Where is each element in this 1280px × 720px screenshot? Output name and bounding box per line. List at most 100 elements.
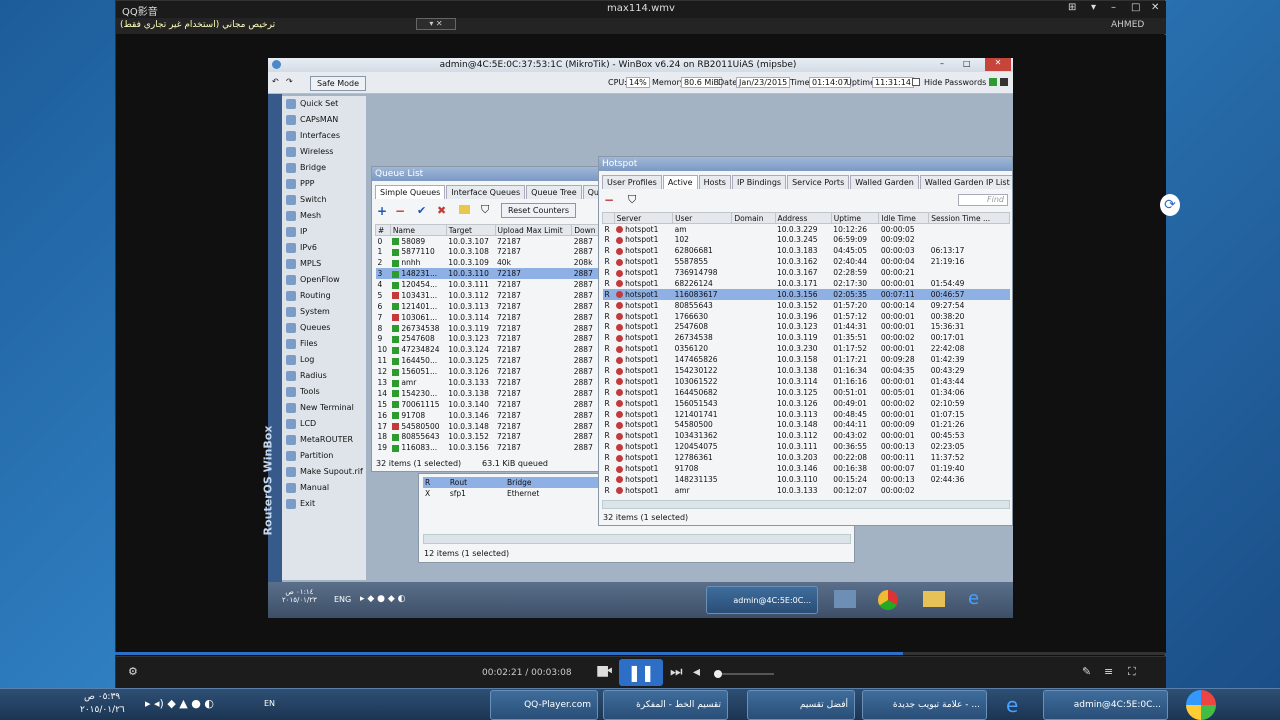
table-row[interactable]: 10 47234824 10.0.3.124 72187 2887 (376, 344, 601, 355)
remove-icon[interactable]: − (395, 204, 405, 218)
task-notepad[interactable]: تقسيم الخط - المفكرة (603, 690, 728, 720)
inner-ie-icon[interactable]: e (968, 588, 979, 609)
table-row[interactable]: Rhotspot1 736914798 10.0.3.167 02:28:59 00:0… (603, 267, 1010, 278)
table-row[interactable]: Rhotspot1 154230122 10.0.3.138 01:16:34 00:0… (603, 365, 1010, 376)
tab[interactable]: Hosts (698, 175, 731, 189)
menu-item[interactable]: IPv6 (282, 240, 366, 256)
table-row[interactable]: Rhotspot1 am 10.0.3.229 10:12:26 00:00:05 (603, 224, 1010, 235)
player-collapse-button[interactable]: ▾ ✕ (416, 18, 456, 30)
menu-item[interactable]: Queues (282, 320, 366, 336)
column-header[interactable]: Name (389, 224, 447, 236)
table-row[interactable]: Rhotspot1 26734538 10.0.3.119 01:35:51 00:00… (603, 332, 1010, 343)
menu-item[interactable]: OpenFlow (282, 272, 366, 288)
disable-icon[interactable]: ✖ (437, 204, 446, 217)
table-row[interactable]: 14 154230... 10.0.3.138 72187 2887 (376, 388, 601, 399)
table-row[interactable]: 0 58089 10.0.3.107 72187 2887 (376, 236, 601, 247)
tab[interactable]: Interface Queues (446, 185, 526, 199)
menu-item[interactable]: Files (282, 336, 366, 352)
table-row[interactable]: Rhotspot1 5587855 10.0.3.162 02:40:44 00:00:… (603, 256, 1010, 267)
player-minimize-icon[interactable]: – (1111, 2, 1116, 13)
table-row[interactable]: 16 91708 10.0.3.146 72187 2887 (376, 410, 601, 421)
table-row[interactable]: 2 nnhh 10.0.3.109 40k 208k (376, 257, 601, 268)
hotspot-scrollbar[interactable] (602, 500, 1010, 509)
table-row[interactable]: Xsfp1 Ethernet (423, 488, 603, 499)
table-row[interactable]: Rhotspot1 103061522 10.0.3.114 01:16:16 00:0… (603, 376, 1010, 387)
table-row[interactable]: 17 54580500 10.0.3.148 72187 2887 (376, 421, 601, 432)
table-row[interactable]: 9 2547608 10.0.3.123 72187 2887 (376, 334, 601, 345)
table-row[interactable]: Rhotspot1 164450682 10.0.3.125 00:51:01 00:0… (603, 387, 1010, 398)
menu-item[interactable]: Mesh (282, 208, 366, 224)
menu-item[interactable]: Exit (282, 496, 366, 512)
inner-folder-icon[interactable] (923, 591, 945, 607)
column-header[interactable]: # (375, 224, 391, 236)
table-row[interactable]: Rhotspot1 amr 10.0.3.133 00:12:07 00:00:02 (603, 485, 1010, 496)
hotspot-remove-icon[interactable]: − (604, 193, 614, 207)
column-header[interactable]: Upload Max Limit (494, 224, 573, 236)
column-header[interactable] (602, 212, 615, 224)
start-button-icon[interactable] (1186, 690, 1216, 720)
enable-icon[interactable]: ✔ (417, 204, 426, 217)
column-header[interactable]: Idle Time (878, 212, 930, 224)
menu-item[interactable]: CAPsMAN (282, 112, 366, 128)
table-row[interactable]: Rhotspot1 68226124 10.0.3.171 02:17:30 00:00… (603, 278, 1010, 289)
table-row[interactable]: Rhotspot1 0356120 10.0.3.230 01:17:52 00:00:… (603, 343, 1010, 354)
column-header[interactable]: Uptime (830, 212, 880, 224)
tools-icon[interactable]: ✎ (1082, 665, 1091, 678)
task-winbox[interactable]: admin@4C:5E:0C... (1043, 690, 1168, 720)
prev-icon[interactable]: ⏮ (600, 664, 613, 680)
table-row[interactable]: Rhotspot1 12786361 10.0.3.203 00:22:08 00:00… (603, 452, 1010, 463)
undo-icon[interactable]: ↶ (272, 77, 279, 86)
volume-knob[interactable] (714, 670, 722, 678)
find-input[interactable]: Find (958, 194, 1008, 206)
tab[interactable]: Service Ports (787, 175, 850, 189)
table-row[interactable]: Rhotspot1 54580500 10.0.3.148 00:44:11 00:00… (603, 420, 1010, 431)
inner-task-winbox[interactable]: admin@4C:5E:0C... (706, 586, 818, 614)
table-row[interactable]: 19 116083... 10.0.3.156 72187 2887 (376, 442, 601, 453)
filter-icon[interactable]: ⛉ (481, 203, 489, 217)
fullscreen-icon[interactable]: ⛶ (1128, 665, 1136, 679)
column-header[interactable]: Down (571, 224, 601, 236)
menu-item[interactable]: Wireless (282, 144, 366, 160)
player-maximize-icon[interactable]: □ (1131, 2, 1140, 13)
player-pin-icon[interactable]: ⊞ (1068, 2, 1076, 13)
inner-network-icon[interactable] (834, 590, 856, 608)
settings-icon[interactable]: ⚙ (128, 665, 138, 678)
table-row[interactable]: Rhotspot1 156051543 10.0.3.126 00:49:01 00:0… (603, 398, 1010, 409)
menu-item[interactable]: Quick Set (282, 96, 366, 112)
seek-bar[interactable] (115, 652, 1165, 655)
hotspot-filter-icon[interactable]: ⛉ (628, 193, 636, 207)
column-header[interactable]: Session Time ... (928, 212, 1010, 224)
menu-item[interactable]: PPP (282, 176, 366, 192)
menu-item[interactable]: System (282, 304, 366, 320)
menu-item[interactable]: New Terminal (282, 400, 366, 416)
tab[interactable]: Simple Queues (375, 185, 446, 199)
task-qqplayer[interactable]: QQ-Player.com (490, 690, 598, 720)
player-close-icon[interactable]: ✕ (1151, 2, 1159, 13)
table-row[interactable]: Rhotspot1 2547608 10.0.3.123 01:44:31 00:00:… (603, 322, 1010, 333)
menu-item[interactable]: Switch (282, 192, 366, 208)
table-row[interactable]: 15 70061115 10.0.3.140 72187 2887 (376, 399, 601, 410)
tab[interactable]: Active (662, 175, 698, 189)
table-row[interactable]: Rhotspot1 102 10.0.3.245 06:59:09 00:09:02 (603, 234, 1010, 245)
volume-slider[interactable] (714, 673, 774, 675)
table-row[interactable]: 8 26734538 10.0.3.119 72187 2887 (376, 323, 601, 334)
ie-icon[interactable]: e (1006, 693, 1018, 717)
volume-icon[interactable]: ◂ (693, 664, 700, 680)
menu-item[interactable]: MetaROUTER (282, 432, 366, 448)
list-icon[interactable]: ≡ (1104, 665, 1113, 678)
table-row[interactable]: 1 5877110 10.0.3.108 72187 2887 (376, 246, 601, 257)
add-icon[interactable]: + (377, 204, 387, 218)
table-row[interactable]: 12 156051... 10.0.3.126 72187 2887 (376, 366, 601, 377)
table-row[interactable]: 18 80855643 10.0.3.152 72187 2887 (376, 432, 601, 443)
table-row[interactable]: 11 164450... 10.0.3.125 72187 2887 (376, 355, 601, 366)
table-row[interactable]: Rhotspot1 121401741 10.0.3.113 00:48:45 00:0… (603, 409, 1010, 420)
menu-item[interactable]: Tools (282, 384, 366, 400)
task-folder[interactable]: أفضل تقسيم (747, 690, 855, 720)
safe-mode-button[interactable]: Safe Mode (310, 76, 367, 91)
winbox-close-icon[interactable]: ✕ (985, 58, 1011, 71)
column-header[interactable]: Domain (731, 212, 776, 224)
table-row[interactable]: Rhotspot1 62806681 10.0.3.183 04:45:05 00:00… (603, 245, 1010, 256)
table-row[interactable]: Rhotspot1 1766630 10.0.3.196 01:57:12 00:00:… (603, 311, 1010, 322)
table-row[interactable]: R Rout Bridge (423, 477, 603, 488)
menu-item[interactable]: Interfaces (282, 128, 366, 144)
